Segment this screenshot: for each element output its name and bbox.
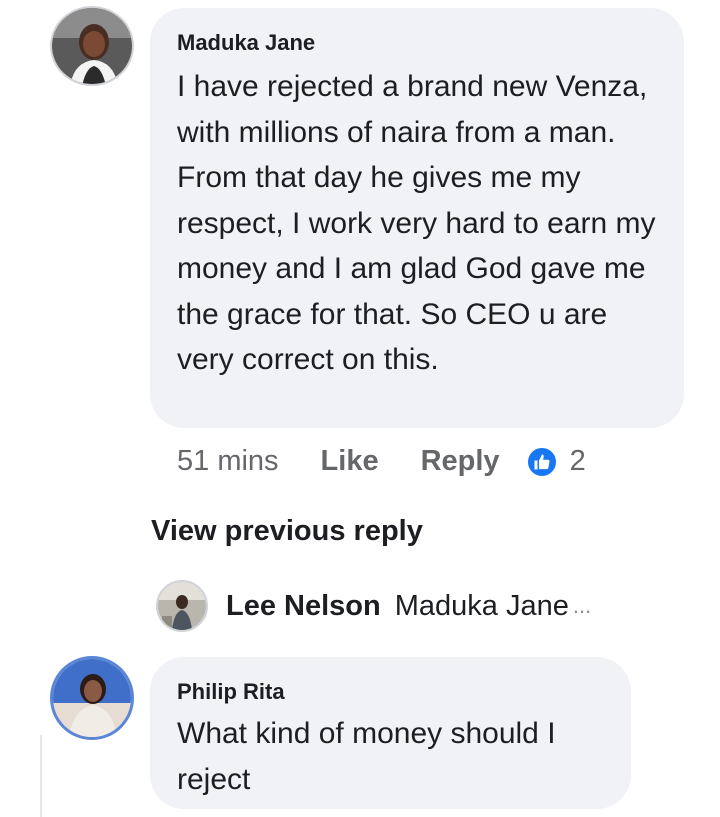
comment-timestamp: 51 mins xyxy=(177,445,279,477)
profile-photo-icon xyxy=(52,8,132,84)
comment-bubble[interactable]: Maduka Jane I have rejected a brand new … xyxy=(150,8,684,428)
avatar-maduka-jane[interactable] xyxy=(50,6,134,86)
profile-photo-icon xyxy=(53,659,131,737)
reply-button[interactable]: Reply xyxy=(421,445,500,478)
thread-line xyxy=(40,735,42,817)
comment-author[interactable]: Maduka Jane xyxy=(177,30,658,56)
comment-text: I have rejected a brand new Venza, with … xyxy=(177,70,656,376)
reply-preview[interactable]: Lee Nelson Maduka Jane ... xyxy=(156,580,591,632)
reply-snippet: Maduka Jane xyxy=(394,589,569,622)
avatar-philip-rita[interactable] xyxy=(50,656,134,740)
thumbs-up-icon[interactable] xyxy=(525,445,558,478)
comment-bubble[interactable]: Philip Rita What kind of money should I … xyxy=(150,657,631,809)
comment-actions: 51 mins Like Reply 2 xyxy=(177,445,586,478)
comment-text: What kind of money should I reject xyxy=(177,717,556,796)
reaction-count: 2 xyxy=(569,445,586,477)
profile-photo-icon xyxy=(158,582,206,630)
reply-author[interactable]: Lee Nelson xyxy=(226,590,381,623)
like-button[interactable]: Like xyxy=(321,445,379,478)
comment-author[interactable]: Philip Rita xyxy=(177,679,605,705)
view-previous-reply-link[interactable]: View previous reply xyxy=(151,515,423,548)
avatar-lee-nelson[interactable] xyxy=(156,580,208,632)
reply-ellipsis: ... xyxy=(572,593,592,618)
